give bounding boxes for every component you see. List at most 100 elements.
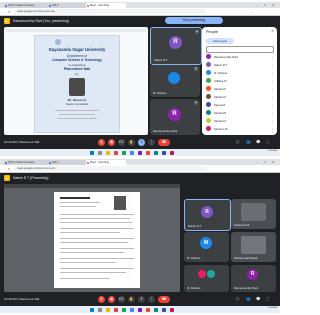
maximize-icon[interactable]: □ [264,3,266,7]
back-icon[interactable]: ← [3,10,6,14]
doc-line [60,278,110,279]
app-icon[interactable] [162,150,166,155]
app-icon[interactable] [114,307,118,312]
avatar [206,62,211,67]
reload-icon[interactable]: ↻ [8,10,11,14]
participant-row[interactable]: M. Kishore ⋮ [206,70,276,76]
app-icon[interactable] [154,150,158,155]
captions-icon[interactable]: CC [118,296,125,303]
info-icon[interactable]: ⓘ [236,297,240,302]
more-icon[interactable]: ⋮ [271,95,274,99]
extensions-icon[interactable]: ⋮ [250,10,253,14]
chat-icon[interactable]: 💬 [256,140,260,144]
more-icon[interactable]: ⋮ [271,119,274,123]
more-icon[interactable]: ⋮ [148,139,155,146]
stop-presenting-button[interactable]: Stop presenting [165,17,223,24]
participant-tile[interactable]: ⊘ M. Kishore [150,65,200,97]
more-icon[interactable]: ⋮ [271,71,274,75]
more-icon[interactable]: ⋮ [271,63,274,67]
search-people-input[interactable] [206,46,274,53]
doc-line [60,218,130,219]
participant-tile[interactable]: M. Kishore [184,265,229,292]
chat-icon[interactable]: 💬 [256,297,260,301]
participant-tile[interactable]: R ⊘ Nalem R.T [150,27,202,65]
app-icon[interactable] [154,307,158,312]
more-icon[interactable]: ⋮ [271,87,274,91]
doc-line [60,206,96,207]
activities-icon[interactable]: ⬚ [266,140,269,144]
participant-tile[interactable]: R Nalem R.T [184,199,231,231]
participant-row[interactable]: Student 6 ⋮ [206,94,276,100]
raise-hand-icon[interactable]: ✋ [128,139,135,146]
maximize-icon[interactable]: □ [264,160,266,164]
more-icon[interactable]: ⋮ [271,127,274,131]
more-icon[interactable]: ⋮ [271,55,274,59]
speaker-photo [69,78,85,96]
url-field[interactable]: meet.google.com/xxx-xxxx-xxx [14,166,207,171]
meeting-title: Nalem R.T (Presenting) [13,175,49,180]
more-icon[interactable]: ⋮ [271,79,274,83]
people-icon[interactable]: 👥 [246,140,250,144]
close-window-icon[interactable]: ✕ [272,3,275,7]
camera-icon[interactable]: ▣ [108,139,115,146]
more-icon[interactable]: ⋮ [148,296,155,303]
end-call-icon[interactable]: ☎ [158,296,170,303]
start-icon[interactable] [90,150,94,155]
minimize-icon[interactable]: – [256,3,258,7]
participant-tile[interactable]: Student participant [231,232,276,262]
more-icon[interactable]: ⋮ [271,111,274,115]
more-icon[interactable]: ⋮ [271,103,274,107]
app-icon[interactable] [114,150,118,155]
mic-icon[interactable]: 🎙 [98,296,105,303]
app-icon[interactable] [162,307,166,312]
camera-icon[interactable]: ▣ [108,296,115,303]
present-icon[interactable]: ⇪ [138,296,145,303]
participant-tile[interactable]: Kishore M.S [231,199,276,229]
participant-row[interactable]: Student 5 ⋮ [206,86,276,92]
app-icon[interactable] [122,307,126,312]
participant-tile[interactable]: R Ramamoorthy Rani [231,265,276,292]
tab-favicon-icon [49,4,51,7]
search-icon[interactable] [98,150,102,155]
participant-row[interactable]: Adhitya M ⋮ [206,78,276,84]
app-icon[interactable] [138,307,142,312]
mic-icon[interactable]: 🎙 [98,139,105,146]
participant-row[interactable]: Student 8 ⋮ [206,110,276,116]
present-icon[interactable]: ⇪ [138,139,145,146]
captions-icon[interactable]: CC [118,139,125,146]
participant-row[interactable]: Ramamoorthy Rani ⋮ [206,54,276,60]
chrome-icon[interactable] [130,307,134,312]
info-icon[interactable]: ⓘ [236,140,240,145]
participant-row[interactable]: Kavya M ⋮ [206,102,276,108]
close-window-icon[interactable]: ✕ [272,160,275,164]
minimize-icon[interactable]: – [256,160,258,164]
meeting-name: Placement Talk [19,140,40,144]
search-icon[interactable] [98,307,102,312]
url-field[interactable]: meet.google.com/xxx-xxxx-xxx [14,9,207,14]
app-icon[interactable] [146,150,150,155]
app-icon[interactable] [170,307,174,312]
app-icon[interactable] [122,150,126,155]
end-call-icon[interactable]: ☎ [158,139,170,146]
add-people-button[interactable]: Add people [206,38,234,44]
participant-row[interactable]: Student 9 ⋮ [206,118,276,124]
close-panel-icon[interactable]: ✕ [271,29,274,33]
explorer-icon[interactable] [106,307,110,312]
reload-icon[interactable]: ↻ [8,167,11,171]
explorer-icon[interactable] [106,150,110,155]
back-icon[interactable]: ← [3,167,6,171]
app-icon[interactable] [138,150,142,155]
participant-row[interactable]: Nalem R.T ⋮ [206,62,276,68]
app-icon[interactable] [170,150,174,155]
doc-line [60,242,128,243]
chrome-icon[interactable] [130,150,134,155]
raise-hand-icon[interactable]: ✋ [128,296,135,303]
activities-icon[interactable]: ⬚ [266,297,269,301]
start-icon[interactable] [90,307,94,312]
participant-tile[interactable]: R ⊘ Ramamoorthy Rani [150,99,200,135]
participant-row[interactable]: Student 10 ⋮ [206,126,276,132]
doc-line [60,238,134,239]
people-icon[interactable]: 👥 [246,297,250,301]
participant-tile[interactable]: M M. Kishore [184,232,229,262]
app-icon[interactable] [146,307,150,312]
